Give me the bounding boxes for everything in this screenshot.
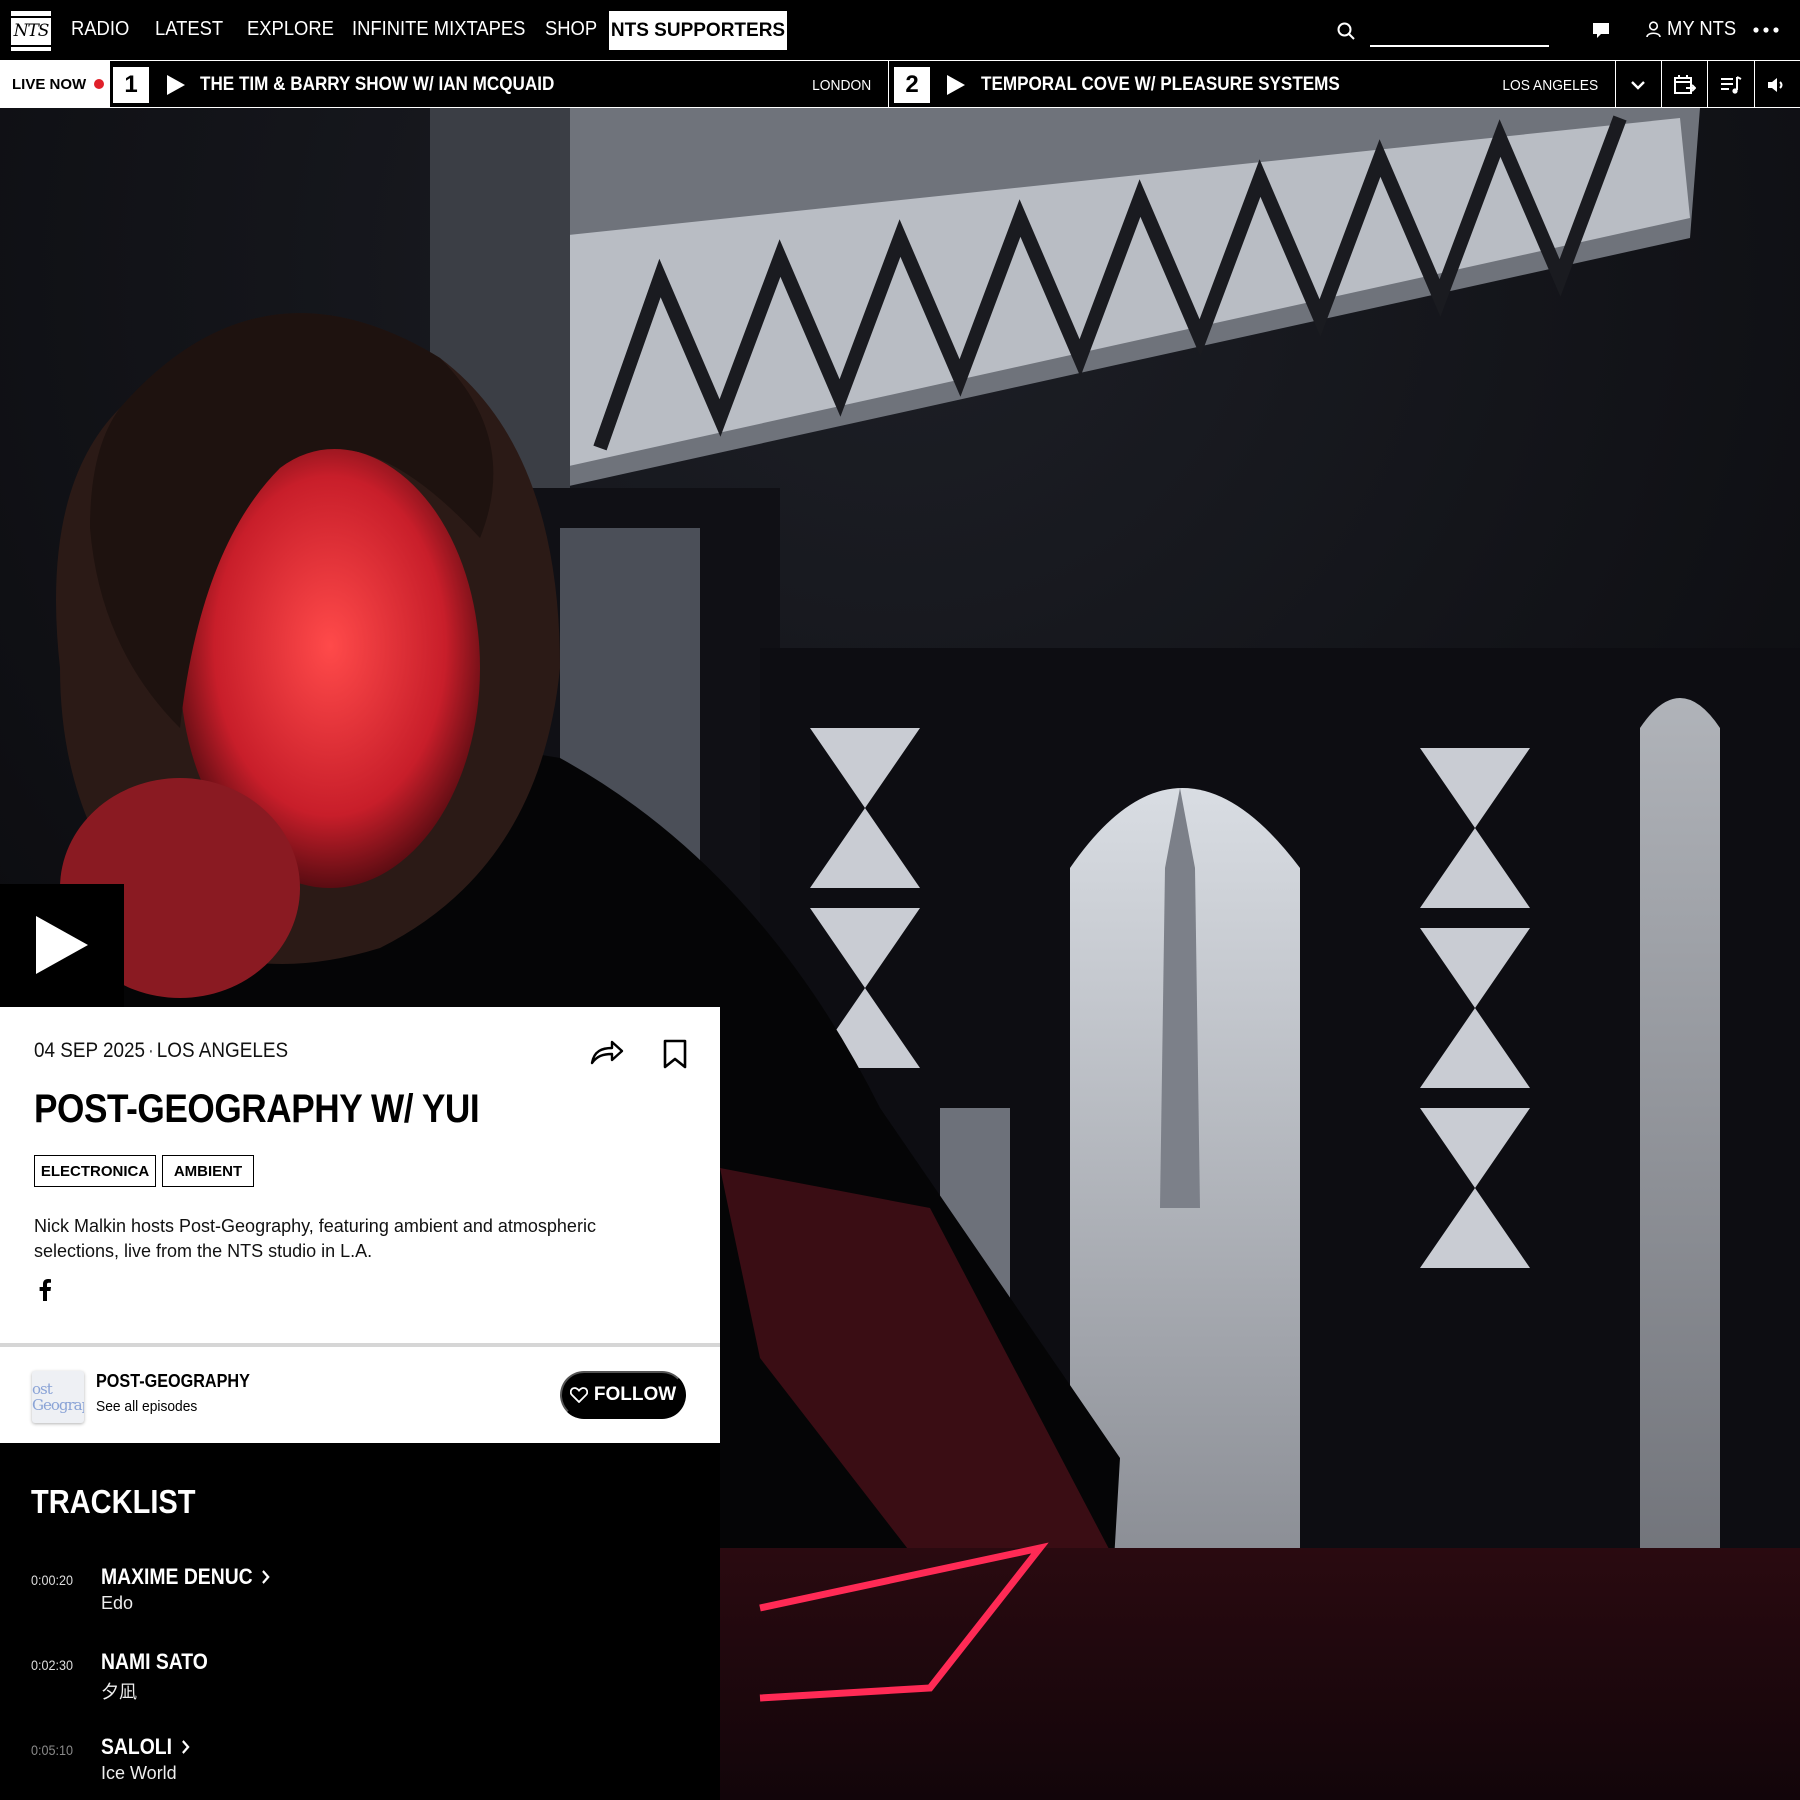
top-navigation: NTS RADIO LATEST EXPLORE INFINITE MIXTAP… [0, 0, 1800, 60]
bar-divider [1707, 61, 1708, 107]
chevron-down-icon[interactable] [1626, 73, 1650, 97]
search-input[interactable] [1370, 45, 1549, 47]
channel-2-show-title[interactable]: TEMPORAL COVE W/ PLEASURE SYSTEMS [981, 74, 1340, 96]
tracklist-heading: TRACKLIST [31, 1483, 196, 1520]
my-nts-link[interactable]: MY NTS [1667, 18, 1736, 41]
episode-location: LOS ANGELES [156, 1039, 289, 1062]
track-timestamp: 0:00:20 [31, 1572, 74, 1588]
show-row: ost Geograp POST-GEOGRAPHY See all episo… [0, 1347, 720, 1443]
tracklist: TRACKLIST 0:00:20 MAXIME DENUC Edo 0:02:… [0, 1443, 720, 1800]
episode-play-button[interactable] [0, 884, 124, 1008]
genre-tag-electronica[interactable]: ELECTRONICA [34, 1155, 156, 1187]
bar-divider [1661, 61, 1662, 107]
more-icon[interactable] [1753, 27, 1779, 33]
chevron-right-icon [181, 1740, 190, 1754]
bookmark-icon[interactable] [663, 1039, 687, 1069]
channel-divider [888, 61, 889, 107]
schedule-icon[interactable] [1672, 73, 1696, 97]
channel-2-play-icon[interactable] [947, 75, 965, 95]
channel-1-city: LONDON [811, 77, 871, 94]
track-title: Edo [101, 1593, 134, 1613]
facebook-icon[interactable] [38, 1279, 52, 1301]
live-bar: LIVE NOW 1 THE TIM & BARRY SHOW W/ IAN M… [0, 60, 1800, 108]
channel-2-city: LOS ANGELES [1502, 77, 1598, 94]
show-thumbnail[interactable]: ost Geograp [32, 1371, 84, 1423]
nav-latest[interactable]: LATEST [155, 18, 223, 41]
episode-date: 04 SEP 2025 [34, 1039, 146, 1062]
follow-button[interactable]: FOLLOW [560, 1371, 686, 1419]
live-dot-icon [94, 79, 105, 89]
track-artist: NAMI SATO [101, 1649, 208, 1674]
nav-explore[interactable]: EXPLORE [247, 18, 334, 41]
play-icon [36, 916, 88, 974]
channel-2-number[interactable]: 2 [894, 67, 930, 103]
nav-infinite-mixtapes[interactable]: INFINITE MIXTAPES [352, 18, 525, 41]
show-name[interactable]: POST-GEOGRAPHY [96, 1371, 250, 1392]
nts-supporters-button[interactable]: NTS SUPPORTERS [609, 11, 787, 50]
nav-radio[interactable]: RADIO [71, 18, 129, 41]
nts-logo[interactable]: NTS [8, 11, 54, 51]
track-artist[interactable]: MAXIME DENUC [101, 1564, 270, 1590]
track-title: Ice World [101, 1763, 177, 1783]
track-title: 夕凪 [101, 1682, 137, 1702]
live-now-label: LIVE NOW [0, 61, 110, 107]
user-icon[interactable] [1646, 21, 1661, 38]
track-timestamp: 0:05:10 [31, 1742, 74, 1758]
episode-description: Nick Malkin hosts Post-Geography, featur… [34, 1216, 596, 1261]
bar-divider [1615, 61, 1616, 107]
channel-1-show-title[interactable]: THE TIM & BARRY SHOW W/ IAN MCQUAID [200, 74, 554, 96]
search-icon[interactable] [1337, 22, 1355, 40]
volume-icon[interactable] [1765, 73, 1789, 97]
episode-info-card: 04 SEP 2025 · LOS ANGELES POST-GEOGRAPHY W… [0, 1007, 720, 1343]
channel-1-number[interactable]: 1 [113, 67, 149, 103]
episode-title: POST-GEOGRAPHY W/ YUI [34, 1087, 480, 1131]
see-all-episodes-link[interactable]: See all episodes [96, 1398, 197, 1415]
nav-shop[interactable]: SHOP [545, 18, 597, 41]
chat-icon[interactable] [1592, 22, 1610, 39]
track-artist[interactable]: SALOLI [101, 1734, 190, 1760]
share-icon[interactable] [590, 1039, 624, 1065]
bar-divider [1754, 61, 1755, 107]
heart-icon [569, 1387, 588, 1403]
episode-meta: 04 SEP 2025 · LOS ANGELES [34, 1039, 289, 1062]
genre-tag-ambient[interactable]: AMBIENT [162, 1155, 254, 1187]
chevron-right-icon [262, 1570, 270, 1584]
channel-1-play-icon[interactable] [167, 75, 185, 95]
playlist-icon[interactable] [1719, 73, 1743, 97]
track-timestamp: 0:02:30 [31, 1657, 74, 1673]
